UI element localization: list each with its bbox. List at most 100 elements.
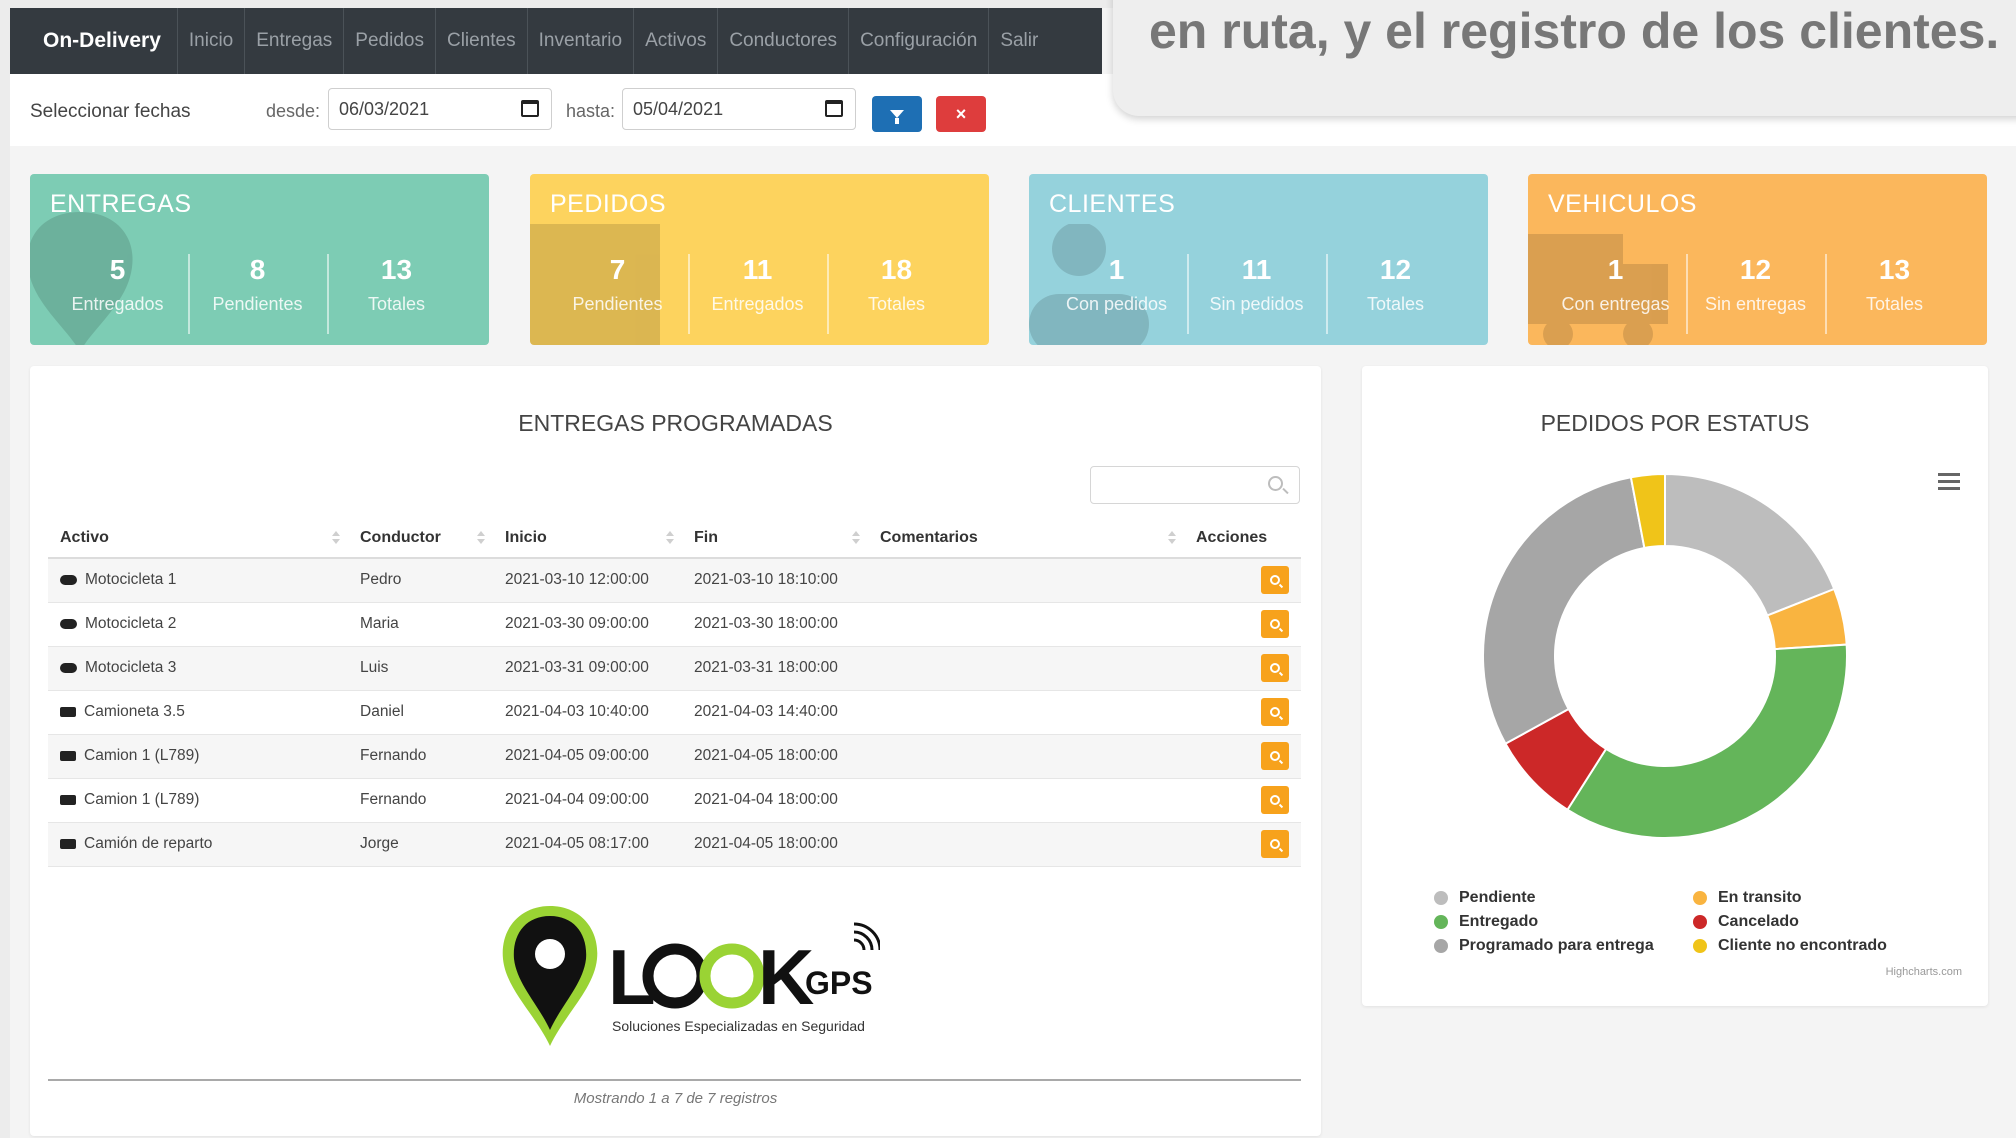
stat-value: 13: [380, 254, 413, 285]
chart-panel: PEDIDOS POR ESTATUS Pendiente Entregado …: [1362, 366, 1988, 1006]
apply-filter-button[interactable]: [872, 96, 922, 132]
lookgps-logo: L K GPS Soluciones Especializadas en Seg…: [500, 904, 882, 1054]
stat: 1 Con entregas: [1546, 254, 1685, 315]
motorcycle-icon: [60, 575, 77, 586]
motorcycle-icon: [60, 619, 77, 629]
view-details-button[interactable]: [1261, 566, 1289, 595]
table-row: Camion 1 (L789) Fernando 2021-04-05 09:00:…: [48, 734, 1301, 779]
stat-label: Totales: [367, 294, 426, 314]
card-pedidos: PEDIDOS 7 Pendientes 11 Entregados 18 Total…: [530, 174, 989, 345]
top-navbar: On-Delivery Inicio Entregas Pedidos Clie…: [10, 8, 1102, 74]
sort-icon: [477, 531, 485, 545]
brand-link[interactable]: On-Delivery: [10, 8, 177, 74]
legend-item[interactable]: Cancelado: [1693, 910, 1887, 934]
table-row: Camión de reparto Jorge 2021-04-05 08:17:0…: [48, 822, 1301, 867]
column-header-comentarios[interactable]: Comentarios: [868, 518, 1184, 559]
chart-credit[interactable]: Highcharts.com: [1886, 966, 1962, 978]
cell-comentarios: [868, 778, 1184, 823]
cell-comentarios: [868, 558, 1184, 603]
legend-label: Cancelado: [1718, 913, 1799, 930]
column-header-activo[interactable]: Activo: [48, 518, 348, 559]
sort-icon: [852, 531, 860, 545]
legend-dot: [1693, 891, 1707, 905]
column-header-inicio[interactable]: Inicio: [493, 518, 682, 559]
stat-value: 12: [1739, 254, 1772, 285]
legend-item[interactable]: Programado para entrega: [1434, 934, 1654, 958]
column-label: Fin: [694, 528, 718, 546]
search-input[interactable]: [1090, 466, 1300, 504]
nav-pedidos[interactable]: Pedidos: [343, 8, 435, 74]
calendar-icon[interactable]: [521, 100, 539, 117]
cell-inicio: 2021-04-05 09:00:00: [493, 734, 682, 779]
legend-dot: [1434, 915, 1448, 929]
view-details-button[interactable]: [1261, 830, 1289, 858]
logo-gps-text: GPS: [805, 965, 873, 1001]
cell-acciones: [1184, 734, 1301, 779]
view-details-button[interactable]: [1261, 698, 1289, 726]
legend-item[interactable]: En transito: [1693, 886, 1887, 910]
donut-slice-entregado[interactable]: [1566, 643, 1848, 839]
view-details-button[interactable]: [1261, 742, 1289, 770]
to-date-input[interactable]: 05/04/2021: [622, 88, 856, 130]
activo-text: Motocicleta 3: [85, 659, 177, 676]
nav-configuracion[interactable]: Configuración: [848, 8, 988, 74]
cell-activo: Camioneta 3.5: [48, 690, 348, 735]
cell-conductor: Daniel: [348, 690, 493, 735]
cell-conductor: Luis: [348, 646, 493, 691]
cell-comentarios: [868, 734, 1184, 779]
cell-fin: 2021-04-05 18:00:00: [682, 734, 868, 779]
view-details-button[interactable]: [1261, 654, 1289, 682]
legend-item[interactable]: Entregado: [1434, 910, 1654, 934]
nav-activos[interactable]: Activos: [633, 8, 717, 74]
nav-inventario[interactable]: Inventario: [526, 8, 633, 74]
cell-acciones: [1184, 690, 1301, 735]
cell-fin: 2021-03-30 18:00:00: [682, 602, 868, 647]
column-header-conductor[interactable]: Conductor: [348, 518, 493, 559]
cell-conductor: Fernando: [348, 778, 493, 823]
sort-icon: [332, 531, 340, 545]
app-window: On-Delivery Inicio Entregas Pedidos Clie…: [10, 0, 2016, 1138]
stat-value: 7: [609, 254, 626, 285]
chart-title: PEDIDOS POR ESTATUS: [1540, 410, 1810, 436]
stat: 13 Totales: [1825, 254, 1964, 315]
table-info: Mostrando 1 a 7 de 7 registros: [573, 1090, 778, 1107]
card-title: ENTREGAS: [50, 190, 192, 218]
menu-icon[interactable]: [1938, 473, 1960, 494]
legend-item[interactable]: Cliente no encontrado: [1693, 934, 1887, 958]
view-details-button[interactable]: [1261, 786, 1289, 814]
search-icon: [1270, 751, 1280, 761]
stat-value: 12: [1379, 254, 1412, 285]
from-date-input[interactable]: 06/03/2021: [328, 88, 552, 130]
stat-value: 1: [1108, 254, 1125, 285]
legend-dot: [1434, 939, 1448, 953]
donut-slice-pendiente[interactable]: [1664, 472, 1836, 617]
clear-filter-button[interactable]: ×: [936, 96, 986, 132]
truck-icon: [60, 839, 76, 849]
stat: 8 Pendientes: [188, 254, 327, 315]
cell-activo: Motocicleta 1: [48, 558, 348, 603]
stat-label: Con entregas: [1561, 294, 1670, 314]
activo-text: Camión de reparto: [84, 835, 213, 852]
nav-clientes[interactable]: Clientes: [434, 8, 527, 74]
calendar-icon[interactable]: [825, 100, 843, 117]
column-header-fin[interactable]: Fin: [682, 518, 868, 559]
cell-conductor: Jorge: [348, 822, 493, 867]
table-row: Camion 1 (L789) Fernando 2021-04-04 09:00:…: [48, 778, 1301, 823]
activo-text: Camion 1 (L789): [84, 791, 200, 808]
table-footer-line: [48, 1079, 1301, 1081]
donut-slice-programado-para-entrega[interactable]: [1482, 476, 1646, 746]
cell-fin: 2021-04-04 18:00:00: [682, 778, 868, 823]
nav-salir[interactable]: Salir: [988, 8, 1049, 74]
view-details-button[interactable]: [1261, 610, 1289, 638]
nav-inicio[interactable]: Inicio: [176, 8, 244, 74]
stat-label: Totales: [1865, 294, 1924, 314]
stat: 1 Con pedidos: [1047, 254, 1186, 315]
legend-item[interactable]: Pendiente: [1434, 886, 1654, 910]
card-title: VEHICULOS: [1548, 190, 1697, 218]
nav-entregas[interactable]: Entregas: [244, 8, 343, 74]
column-header-acciones: Acciones: [1184, 518, 1301, 559]
column-label: Comentarios: [880, 528, 978, 546]
cell-comentarios: [868, 602, 1184, 647]
deliveries-table: Activo Conductor Inicio Fin Comentarios …: [48, 518, 1301, 867]
nav-conductores[interactable]: Conductores: [717, 8, 848, 74]
